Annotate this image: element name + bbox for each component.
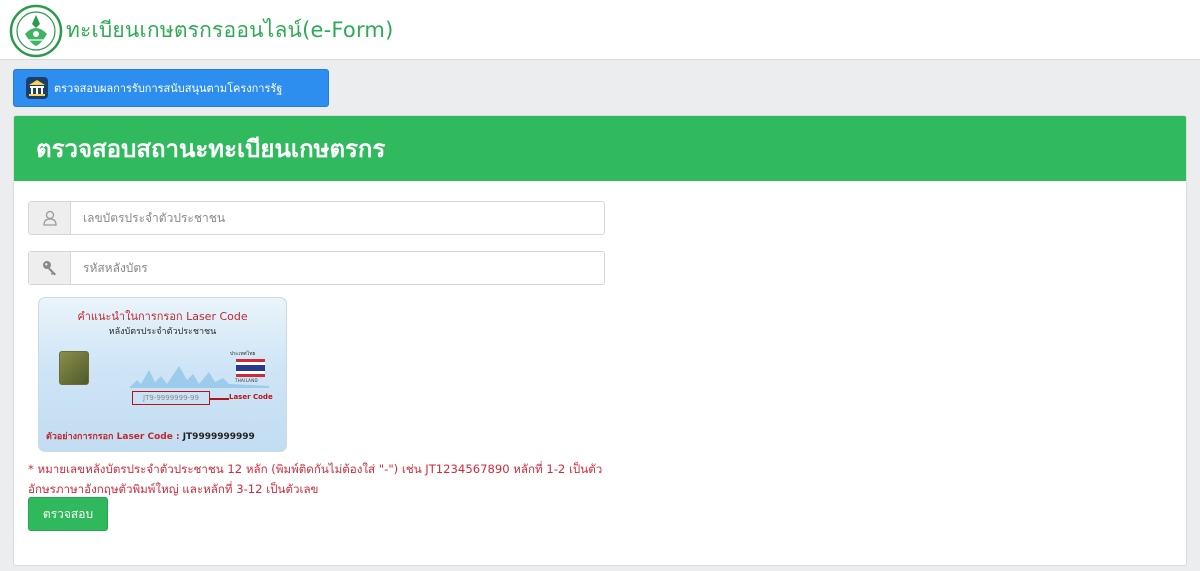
country-th-label: ประเทศไทย	[230, 351, 256, 357]
guide-example: ตัวอย่างการกรอก Laser Code : JT999999999…	[46, 429, 255, 443]
user-addon	[29, 202, 71, 234]
laser-code-group	[28, 251, 605, 285]
check-state-support-button[interactable]: ตรวจสอบผลการรับการสนับสนุนตามโครงการรัฐ	[13, 69, 329, 107]
laser-code-guide-image: คำแนะนำในการกรอก Laser Code หลังบัตรประจ…	[38, 297, 287, 452]
check-state-support-label: ตรวจสอบผลการรับการสนับสนุนตามโครงการรัฐ	[54, 82, 283, 95]
card-chip	[59, 351, 89, 385]
id-number-input[interactable]	[71, 202, 604, 234]
guide-example-code: JT9999999999	[182, 432, 255, 442]
app-title: ทะเบียนเกษตรกรออนไลน์(e-Form)	[66, 18, 394, 42]
guide-example-prefix: ตัวอย่างการกรอก Laser Code :	[46, 432, 183, 442]
key-addon	[29, 252, 71, 284]
country-en-label: THAILAND	[235, 378, 258, 383]
ministry-seal-icon[interactable]	[7, 4, 65, 58]
panel-title: ตรวจสอบสถานะทะเบียนเกษตรกร	[14, 116, 1186, 181]
thai-flag-icon	[236, 359, 265, 377]
guide-subtitle: หลังบัตรประจำตัวประชาชน	[108, 327, 217, 337]
laser-code-note: * หมายเลขหลังบัตรประจำตัวประชาชน 12 หลัก…	[28, 462, 603, 496]
user-icon	[42, 210, 57, 226]
top-navbar: ทะเบียนเกษตรกรออนไลน์(e-Form)	[0, 0, 1200, 60]
status-check-panel: ตรวจสอบสถานะทะเบียนเกษตรกร คำแนะนำในการก…	[13, 115, 1187, 566]
id-number-group	[28, 201, 605, 235]
government-building-icon	[26, 77, 48, 99]
laser-code-input[interactable]	[71, 252, 604, 284]
guide-title: คำแนะนำในการกรอก Laser Code	[77, 310, 248, 323]
check-button[interactable]: ตรวจสอบ	[28, 497, 108, 531]
laser-code-label: Laser Code	[229, 393, 273, 401]
laser-code-pointer	[210, 398, 229, 400]
sample-laser-code: JT9-9999999-99	[132, 391, 210, 405]
key-icon	[42, 261, 56, 276]
